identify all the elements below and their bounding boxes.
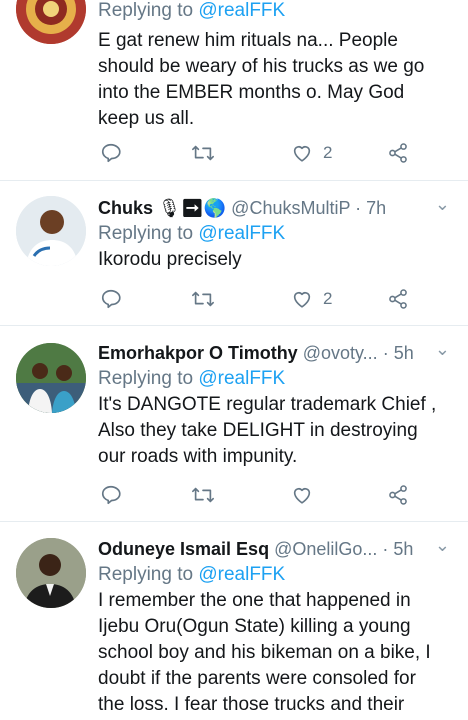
mention-link[interactable]: @realFFK	[198, 368, 285, 389]
heart-icon	[291, 142, 313, 164]
like-button[interactable]	[291, 481, 313, 509]
heart-icon	[291, 484, 313, 506]
chevron-down-icon[interactable]: ⌄	[435, 340, 450, 362]
replying-to-label: Replying to	[98, 223, 199, 244]
user-handle[interactable]: @ChuksMultiP	[231, 198, 350, 218]
tweet[interactable]: Chuks 🎙➡🌎 @ChuksMultiP · 7h ⌄ Replying t…	[0, 181, 468, 326]
tweet-text: I remember the one that happened in Ijeb…	[98, 588, 450, 718]
tweet[interactable]: Oduneye Ismail Esq @OnelilGo... · 5h ⌄ R…	[0, 522, 468, 720]
tweet-text-line: Ikorodu precisely	[98, 249, 242, 270]
heart-icon	[291, 288, 313, 310]
user-handle[interactable]: @ovoty...	[303, 343, 378, 363]
replying-to-label: Replying to	[98, 368, 199, 389]
display-name[interactable]: Emorhakpor O Timothy	[98, 343, 298, 363]
reply-button[interactable]	[100, 285, 122, 313]
share-icon	[387, 484, 409, 506]
avatar[interactable]	[16, 0, 86, 44]
reply-icon	[100, 484, 122, 506]
replying-to-label: Replying to	[98, 0, 199, 21]
retweet-icon	[191, 288, 215, 310]
like-button[interactable]: 2	[291, 285, 332, 313]
retweet-icon	[191, 484, 215, 506]
retweet-button[interactable]	[191, 139, 215, 167]
share-icon	[387, 288, 409, 310]
name-emoji: 🎙➡🌎	[158, 198, 227, 218]
tweet-header: Oduneye Ismail Esq @OnelilGo... · 5h ⌄	[98, 536, 450, 562]
retweet-icon	[191, 142, 215, 164]
tweet-text-line: doubt if the parents were consoled for	[98, 668, 416, 689]
display-name[interactable]: Chuks	[98, 198, 153, 218]
mention-link[interactable]: @realFFK	[198, 564, 285, 585]
mention-link[interactable]: @realFFK	[198, 0, 285, 21]
replying-to: Replying to @realFFK	[98, 0, 450, 24]
reply-button[interactable]	[100, 481, 122, 509]
reply-icon	[100, 288, 122, 310]
tweet-text-line: I remember the one that happened in	[98, 590, 411, 611]
tweet-text: Ikorodu precisely	[98, 247, 450, 273]
tweet-text-line: E gat renew him rituals na... People	[98, 30, 398, 51]
retweet-button[interactable]	[191, 285, 215, 313]
timestamp[interactable]: · 5h	[383, 343, 414, 363]
like-count: 2	[323, 289, 333, 308]
timestamp[interactable]: · 7h	[355, 198, 386, 218]
tweet-text-line: the loss. I fear those trucks and their	[98, 694, 405, 715]
share-icon	[387, 142, 409, 164]
tweet-text-line: school boy and his bikeman on a bike, I	[98, 642, 431, 663]
avatar[interactable]	[16, 538, 86, 608]
tweet-text-line: It's DANGOTE regular trademark Chief ,	[98, 394, 437, 415]
replying-to: Replying to @realFFK	[98, 366, 450, 392]
tweet-header: Emorhakpor O Timothy @ovoty... · 5h ⌄	[98, 340, 450, 366]
replying-to-label: Replying to	[98, 564, 199, 585]
share-button[interactable]	[387, 481, 409, 509]
share-button[interactable]	[387, 139, 409, 167]
tweet[interactable]: Replying to @realFFK E gat renew him rit…	[0, 0, 468, 181]
tweet-text-line: should be weary of his trucks as we go	[98, 56, 425, 77]
tweet-text-line: Also they take DELIGHT in destroying	[98, 420, 418, 441]
tweet-header: Chuks 🎙➡🌎 @ChuksMultiP · 7h ⌄	[98, 195, 450, 221]
share-button[interactable]	[387, 285, 409, 313]
tweet-text-line: keep us all.	[98, 108, 195, 129]
user-handle[interactable]: @OnelilGo...	[274, 539, 377, 559]
timestamp[interactable]: · 5h	[382, 539, 413, 559]
tweet-text-line: our roads with impunity.	[98, 446, 298, 467]
like-count: 2	[323, 143, 333, 162]
display-name[interactable]: Oduneye Ismail Esq	[98, 539, 269, 559]
tweet-text: It's DANGOTE regular trademark Chief , A…	[98, 392, 450, 470]
retweet-button[interactable]	[191, 481, 215, 509]
avatar[interactable]	[16, 343, 86, 413]
chevron-down-icon[interactable]: ⌄	[435, 195, 450, 217]
chevron-down-icon[interactable]: ⌄	[435, 536, 450, 558]
like-button[interactable]: 2	[291, 139, 332, 167]
reply-icon	[100, 142, 122, 164]
tweet-text-line: Ijebu Oru(Ogun State) killing a young	[98, 616, 411, 637]
replying-to: Replying to @realFFK	[98, 221, 450, 247]
avatar[interactable]	[16, 196, 86, 266]
mention-link[interactable]: @realFFK	[198, 223, 285, 244]
replying-to: Replying to @realFFK	[98, 562, 450, 588]
tweet-text: E gat renew him rituals na... People sho…	[98, 28, 450, 132]
reply-button[interactable]	[100, 139, 122, 167]
tweet-text-line: into the EMBER months o. May God	[98, 82, 405, 103]
tweet[interactable]: Emorhakpor O Timothy @ovoty... · 5h ⌄ Re…	[0, 326, 468, 522]
